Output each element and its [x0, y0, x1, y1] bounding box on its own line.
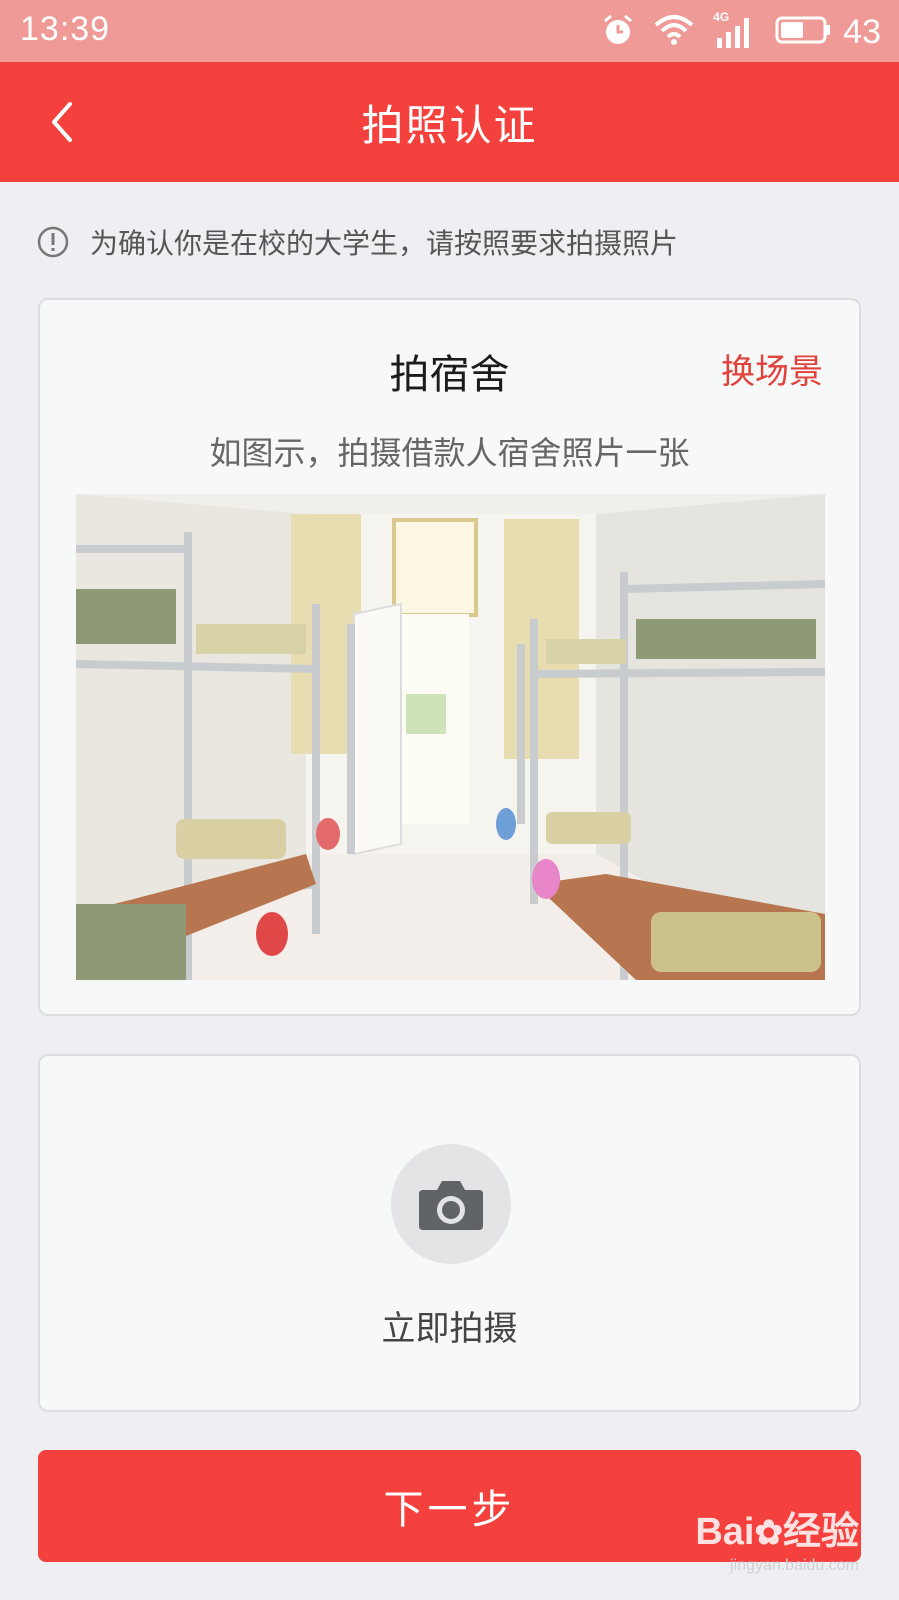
capture-label: 立即拍摄 — [381, 1309, 518, 1349]
status-bar: 13:39 4G 43 — [0, 0, 899, 62]
camera-icon — [419, 1181, 483, 1230]
info-circle-icon — [37, 226, 69, 258]
watermark-logo: Bai✿经验 — [695, 1500, 859, 1555]
watermark-brand: Bai — [695, 1511, 755, 1553]
watermark-brand-suffix: 经验 — [782, 1511, 859, 1553]
scene-description: 如图示，拍摄借款人宿舍照片一张 — [209, 434, 690, 472]
battery-icon — [775, 15, 831, 49]
dormitory-example-photo — [76, 494, 825, 980]
capture-card[interactable]: 立即拍摄 — [38, 1054, 861, 1412]
paw-icon: ✿ — [754, 1514, 783, 1552]
example-card: 拍宿舍 换场景 如图示，拍摄借款人宿舍照片一张 — [38, 298, 861, 1016]
app-header: 拍照认证 — [0, 62, 899, 182]
wifi-icon — [653, 13, 695, 51]
notice-text: 为确认你是在校的大学生，请按照要求拍摄照片 — [90, 227, 679, 260]
notice: 为确认你是在校的大学生，请按照要求拍摄照片 — [36, 222, 678, 262]
take-photo-button[interactable] — [391, 1144, 511, 1264]
change-scene-button[interactable]: 换场景 — [721, 344, 823, 393]
baidu-watermark: Bai✿经验 jingyan.baidu.com — [695, 1500, 859, 1575]
signal-icon: 4G — [713, 10, 757, 50]
alarm-icon — [601, 13, 635, 51]
battery-level: 43 — [843, 12, 881, 51]
page-title: 拍照认证 — [361, 101, 538, 150]
watermark-url: jingyan.baidu.com — [730, 1557, 859, 1574]
status-time: 13:39 — [20, 10, 111, 48]
status-icons: 4G 43 — [601, 10, 881, 52]
